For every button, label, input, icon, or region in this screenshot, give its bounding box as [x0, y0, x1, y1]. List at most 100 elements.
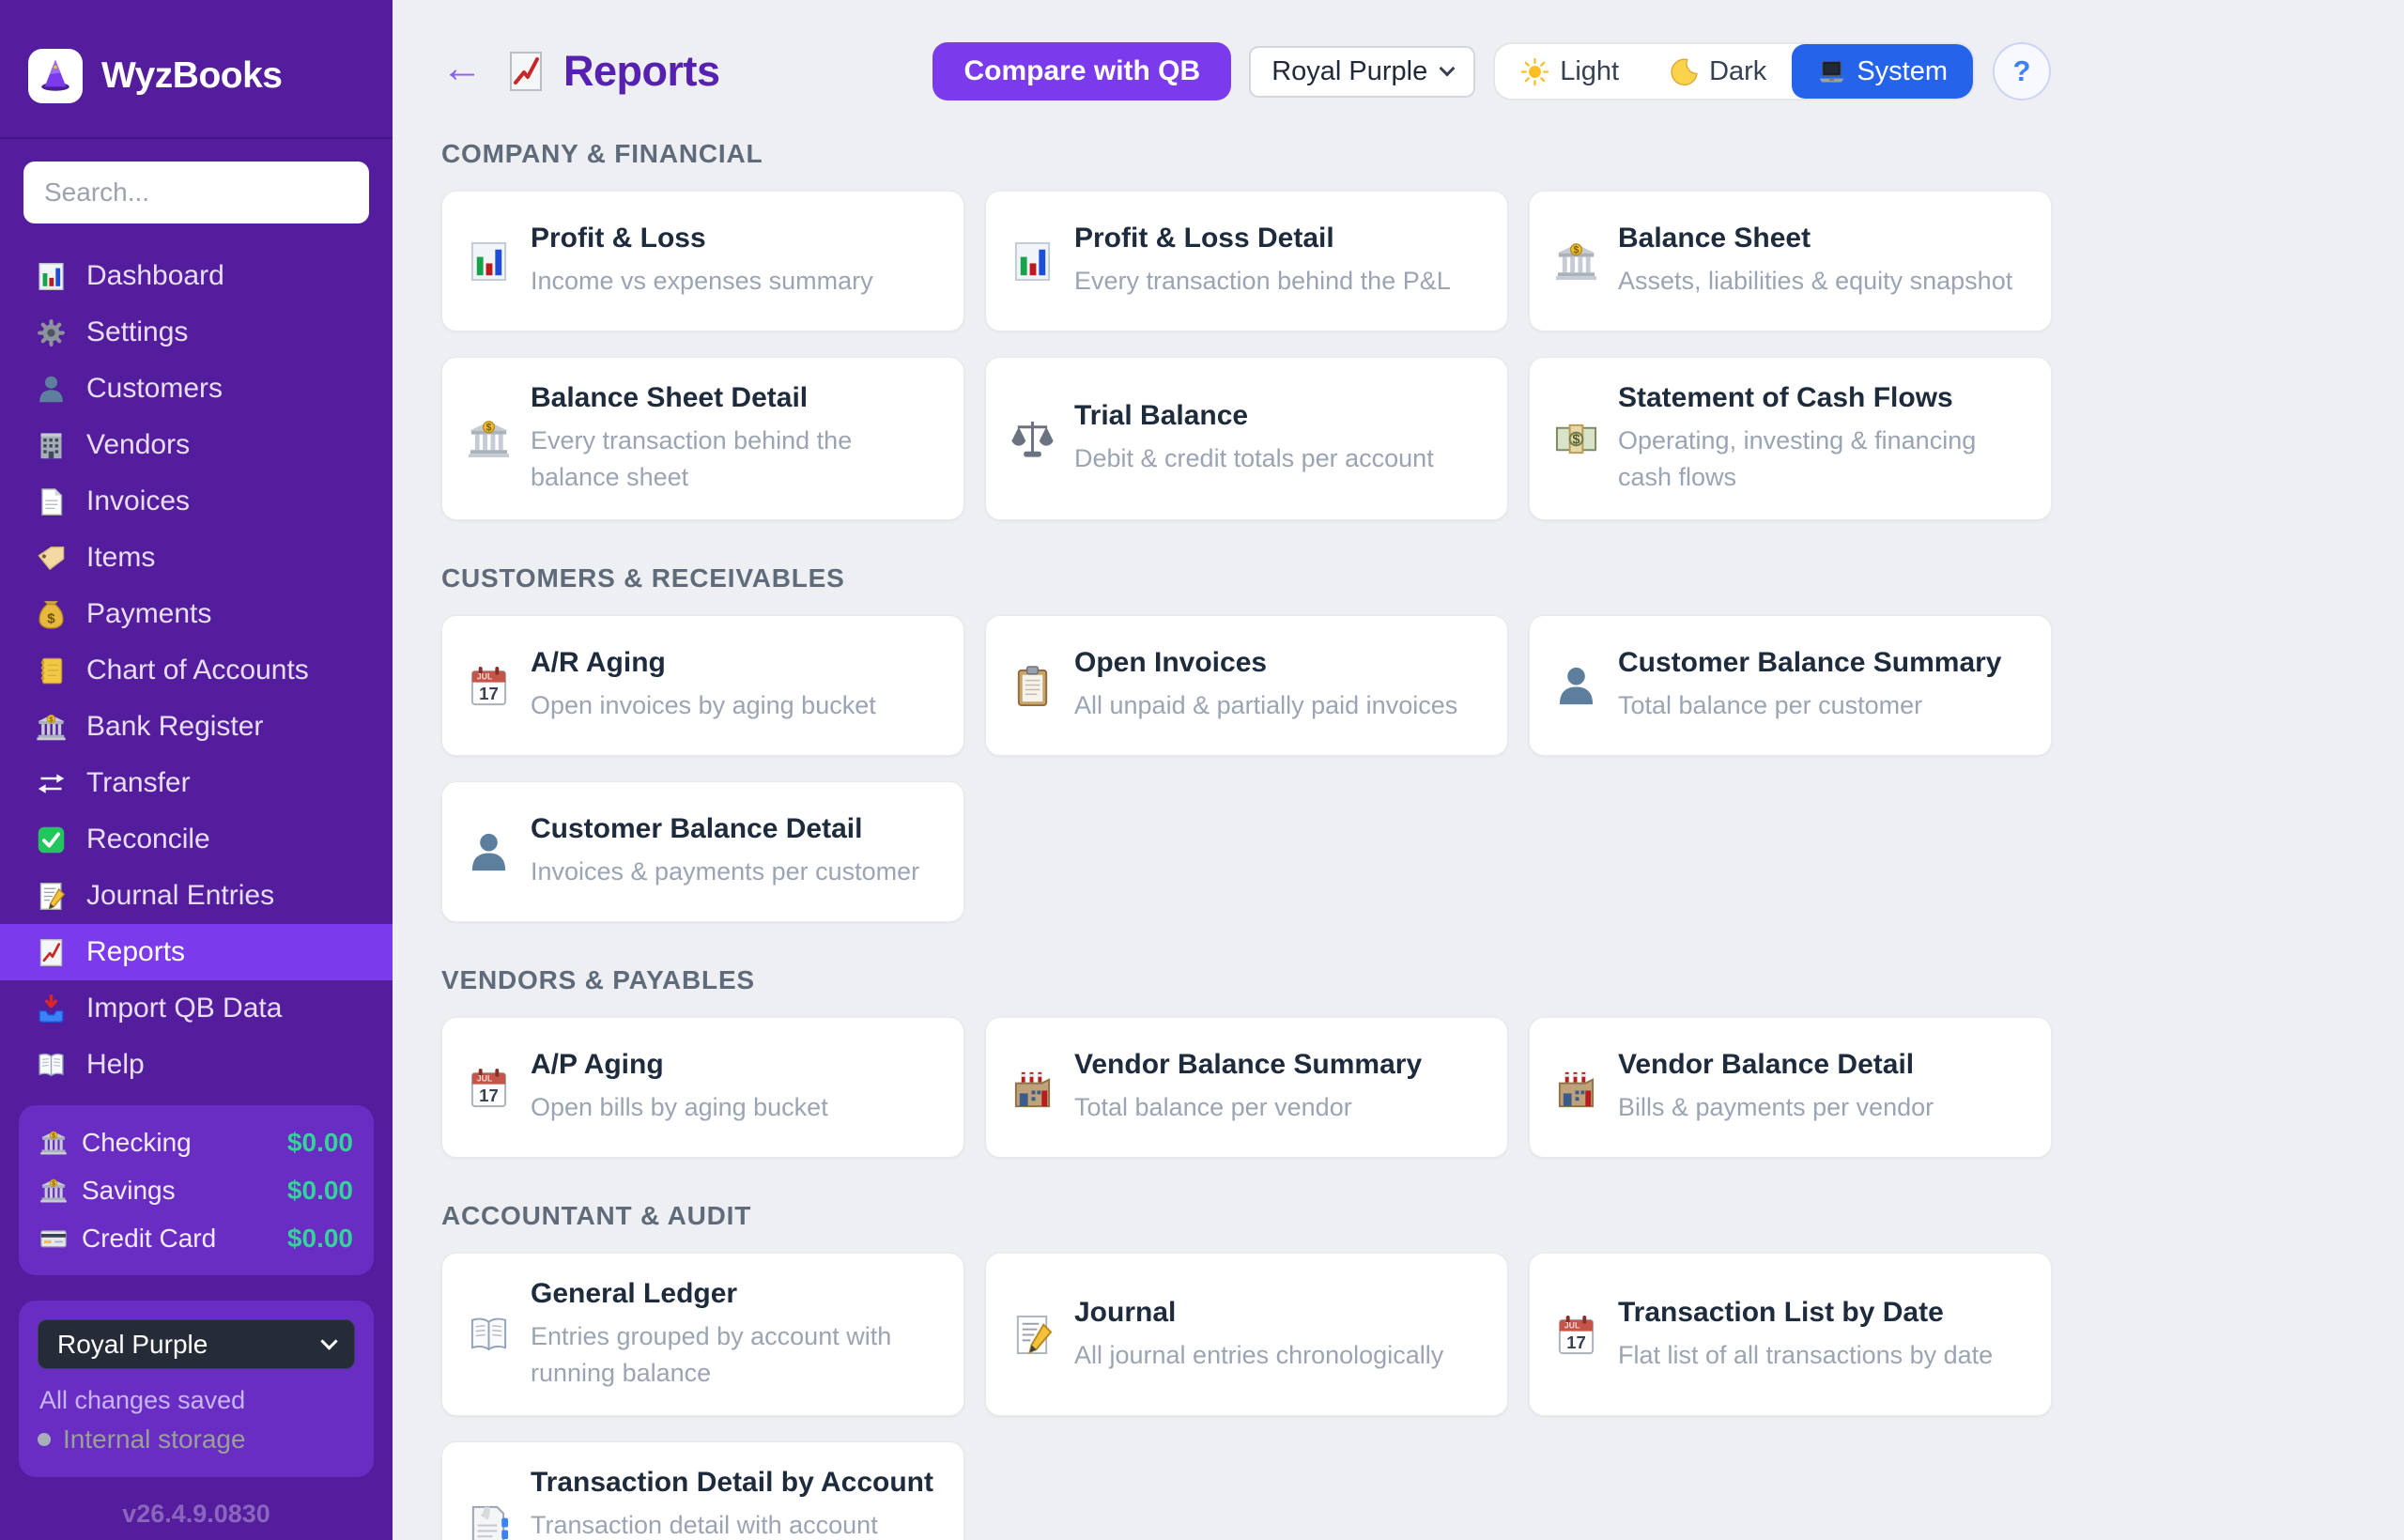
section-cards: Profit & Loss Income vs expenses summary… [441, 191, 2051, 520]
svg-text:JUL: JUL [477, 671, 493, 681]
report-card-a-r-aging[interactable]: JUL17 A/R Aging Open invoices by aging b… [441, 615, 964, 756]
report-card-a-p-aging[interactable]: JUL17 A/P Aging Open bills by aging buck… [441, 1017, 964, 1158]
person-icon [467, 830, 511, 874]
sidebar-item-journal-entries[interactable]: Journal Entries [0, 868, 393, 924]
sidebar-theme-select-value: Royal Purple [57, 1330, 208, 1360]
section-cards: JUL17 A/P Aging Open bills by aging buck… [441, 1017, 2051, 1158]
report-card-title: Customer Balance Summary [1618, 647, 2002, 679]
report-card-balance-sheet[interactable]: $ Balance Sheet Assets, liabilities & eq… [1529, 191, 2052, 331]
report-card-title: Profit & Loss Detail [1074, 223, 1451, 254]
sidebar-divider [0, 137, 393, 139]
sidebar-item-chart-of-accounts[interactable]: Chart of Accounts [0, 642, 393, 699]
svg-text:JUL: JUL [477, 1073, 493, 1083]
sidebar-item-label: Transfer [86, 767, 191, 799]
chart-up-icon [503, 49, 548, 94]
report-card-desc: Invoices & payments per customer [531, 854, 919, 890]
bank-icon: $ [467, 417, 511, 461]
account-row-credit-card[interactable]: Credit Card $0.00 [39, 1214, 353, 1262]
sidebar-item-bank-register[interactable]: $ Bank Register [0, 699, 393, 755]
account-amount: $0.00 [287, 1224, 353, 1254]
calendar-icon: JUL 17 [1554, 1313, 1598, 1357]
person-icon [1554, 664, 1598, 708]
sidebar-item-reconcile[interactable]: Reconcile [0, 811, 393, 868]
sidebar-item-vendors[interactable]: Vendors [0, 417, 393, 473]
report-card-open-invoices[interactable]: Open Invoices All unpaid & partially pai… [985, 615, 1508, 756]
compare-with-qb-button[interactable]: Compare with QB [932, 42, 1231, 100]
bar-chart-icon [467, 239, 511, 284]
inbox-import-icon [36, 993, 67, 1024]
account-label: Savings [82, 1176, 287, 1206]
sidebar-item-import-qb-data[interactable]: Import QB Data [0, 980, 393, 1037]
sidebar-theme-select[interactable]: Royal Purple [38, 1319, 355, 1369]
report-card-customer-balance-detail[interactable]: Customer Balance Detail Invoices & payme… [441, 781, 964, 922]
report-card-title: Trial Balance [1074, 400, 1434, 432]
account-row-savings[interactable]: $ Savings $0.00 [39, 1166, 353, 1214]
report-card-title: Customer Balance Detail [531, 813, 919, 845]
sidebar-item-invoices[interactable]: Invoices [0, 473, 393, 530]
sidebar-item-label: Invoices [86, 485, 190, 517]
theme-option-light[interactable]: Light [1495, 44, 1644, 99]
money-bag-icon: $ [36, 599, 67, 630]
bookmark-tabs-icon [467, 1502, 511, 1540]
sidebar-item-label: Vendors [86, 429, 190, 461]
report-card-balance-sheet-detail[interactable]: $ Balance Sheet Detail Every transaction… [441, 357, 964, 520]
sidebar-item-reports[interactable]: Reports [0, 924, 393, 980]
report-card-transaction-detail-by-account[interactable]: Transaction Detail by Account Transactio… [441, 1441, 964, 1540]
banknote-icon: $ [1554, 417, 1598, 461]
app-logo-badge [28, 49, 83, 103]
report-card-desc: Open invoices by aging bucket [531, 687, 876, 724]
report-card-desc: Total balance per vendor [1074, 1089, 1422, 1126]
svg-text:JUL: JUL [1564, 1320, 1580, 1330]
report-card-customer-balance-summary[interactable]: Customer Balance Summary Total balance p… [1529, 615, 2052, 756]
theme-color-select-value: Royal Purple [1271, 56, 1427, 87]
ledger-icon [36, 655, 67, 686]
bank-icon: $ [39, 1129, 68, 1157]
tag-icon [36, 543, 67, 574]
sidebar-item-help[interactable]: Help [0, 1037, 393, 1093]
bank-icon: $ [36, 712, 67, 743]
report-card-general-ledger[interactable]: General Ledger Entries grouped by accoun… [441, 1253, 964, 1416]
account-label: Checking [82, 1128, 287, 1158]
report-card-title: Vendor Balance Summary [1074, 1049, 1422, 1081]
sidebar-item-settings[interactable]: Settings [0, 304, 393, 361]
sidebar-item-customers[interactable]: Customers [0, 361, 393, 417]
report-card-desc: Open bills by aging bucket [531, 1089, 828, 1126]
scales-icon [1010, 417, 1055, 461]
report-card-journal[interactable]: Journal All journal entries chronologica… [985, 1253, 1508, 1416]
report-card-desc: Every transaction behind the P&L [1074, 263, 1451, 300]
svg-text:17: 17 [1566, 1332, 1586, 1352]
page-title: Reports [563, 47, 720, 96]
svg-text:17: 17 [479, 1086, 499, 1105]
office-building-icon [36, 430, 67, 461]
theme-option-system[interactable]: System [1792, 44, 1973, 99]
app-title: WyzBooks [101, 55, 283, 97]
report-card-desc: Transaction detail with account subtotal… [531, 1507, 939, 1540]
report-card-title: Transaction List by Date [1618, 1297, 1993, 1329]
svg-text:$: $ [52, 1132, 55, 1139]
report-card-profit-loss[interactable]: Profit & Loss Income vs expenses summary [441, 191, 964, 331]
sun-icon [1520, 57, 1549, 86]
main-content: ← Reports Compare with QB Royal Purple L… [393, 0, 2404, 1540]
account-row-checking[interactable]: $ Checking $0.00 [39, 1118, 353, 1166]
report-card-transaction-list-by-date[interactable]: JUL17 Transaction List by Date Flat list… [1529, 1253, 2052, 1416]
report-card-vendor-balance-summary[interactable]: Vendor Balance Summary Total balance per… [985, 1017, 1508, 1158]
accounts-panel: $ Checking $0.00 $ Savings $0.00 Credit … [19, 1105, 374, 1275]
sidebar-item-dashboard[interactable]: Dashboard [0, 248, 393, 304]
theme-color-select[interactable]: Royal Purple [1249, 46, 1475, 98]
calendar-icon: JUL17 [467, 664, 511, 708]
open-book-icon [467, 1313, 511, 1357]
theme-option-dark[interactable]: Dark [1644, 44, 1792, 99]
report-section-accountant-audit: ACCOUNTANT & AUDIT General Ledger Entrie… [441, 1201, 2051, 1540]
help-button[interactable]: ? [1993, 42, 2051, 100]
back-button[interactable]: ← [441, 48, 488, 95]
report-card-profit-loss-detail[interactable]: Profit & Loss Detail Every transaction b… [985, 191, 1508, 331]
report-card-statement-of-cash-flows[interactable]: $ Statement of Cash Flows Operating, inv… [1529, 357, 2052, 520]
search-input[interactable] [23, 162, 369, 223]
report-card-vendor-balance-detail[interactable]: Vendor Balance Detail Bills & payments p… [1529, 1017, 2052, 1158]
sidebar-item-payments[interactable]: $ Payments [0, 586, 393, 642]
report-card-trial-balance[interactable]: Trial Balance Debit & credit totals per … [985, 357, 1508, 520]
sidebar-item-items[interactable]: Items [0, 530, 393, 586]
sidebar-nav: Dashboard Settings Customers Vendors Inv… [0, 248, 393, 1093]
sidebar-item-transfer[interactable]: Transfer [0, 755, 393, 811]
sidebar-item-label: Reconcile [86, 824, 210, 855]
